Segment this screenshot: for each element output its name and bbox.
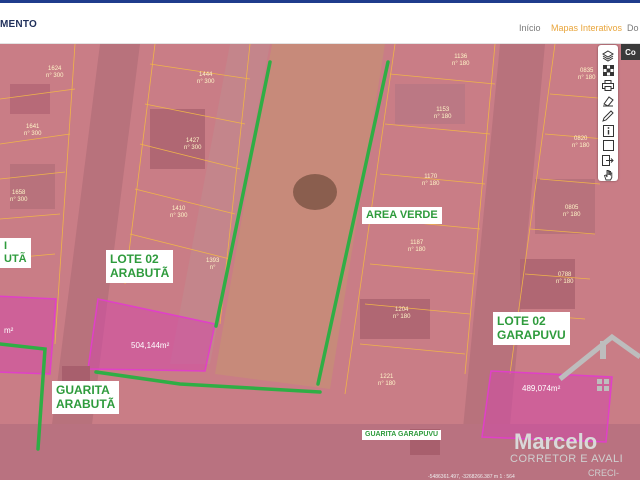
label-guarita-arabuta: GUARITA ARABUTÃ <box>52 381 120 414</box>
nav-partial-item[interactable]: Do <box>627 23 639 33</box>
hand-icon[interactable] <box>598 166 618 183</box>
lot-number: 0805 n° 180 <box>563 205 581 218</box>
lot-number: 1427 n° 300 <box>184 138 202 151</box>
watermark-name: Marcelo <box>514 429 598 454</box>
lot-number: 1641 n° 300 <box>24 124 42 137</box>
tree <box>293 174 337 210</box>
site-header: MENTO Início Mapas Interativos Do <box>0 3 640 44</box>
map-toolbar <box>598 45 618 181</box>
lot-number: 1624 n° 300 <box>46 66 64 79</box>
lot-number: 0788 n° 180 <box>556 272 574 285</box>
label-area-verde: AREA VERDE <box>362 207 442 225</box>
lot-number: 1393 n° <box>206 258 220 271</box>
lot-area-arabuta: 504,144m² <box>131 341 170 350</box>
lot-number: 1187 n° 180 <box>408 240 426 253</box>
brand-logo-text[interactable]: MENTO <box>0 19 37 30</box>
panel-toggle-button[interactable]: Co <box>621 44 640 60</box>
lot-number: 1658 n° 300 <box>10 190 28 203</box>
lot-number: 1136 n° 180 <box>452 54 470 67</box>
highlight-lot-left-partial[interactable] <box>0 295 57 375</box>
watermark-chimney-icon <box>600 341 606 359</box>
building <box>395 84 465 124</box>
map-canvas <box>0 44 640 480</box>
label-lote-02-arabuta: LOTE 02 ARABUTÃ <box>106 250 174 283</box>
coordinate-scale-readout: -5486361.497, -3268266.387 m 1 : 564 <box>428 474 515 480</box>
lot-number: 1170 n° 180 <box>422 174 440 187</box>
lot-number: 0820 n° 180 <box>572 136 590 149</box>
lot-number: 1221 n° 180 <box>378 374 396 387</box>
lot-number: 1410 n° 300 <box>170 206 188 219</box>
lot-area-garapuvu: 489,074m² <box>522 384 561 393</box>
label-lote-02-garapuvu: LOTE 02 GARAPUVU <box>493 312 570 345</box>
lot-number: 0835 n° 180 <box>578 68 596 81</box>
label-lot-left-partial: I UTÃ <box>0 238 31 269</box>
lot-number: 1204 n° 180 <box>393 307 411 320</box>
label-guarita-garapuvu: GUARITA GARAPUVU <box>362 430 442 441</box>
interactive-map[interactable]: 1624 n° 300 1444 n° 300 1641 n° 300 1427… <box>0 44 640 480</box>
lot-number: 1153 n° 180 <box>434 107 452 120</box>
lot-area-left-partial: m² <box>4 326 14 335</box>
lot-number: 1444 n° 300 <box>197 72 215 85</box>
watermark-subtitle: CORRETOR E AVALI <box>510 453 624 465</box>
nav-mapas-interativos[interactable]: Mapas Interativos <box>551 23 622 33</box>
building <box>10 84 50 114</box>
watermark-creci: CRECI- <box>588 468 619 478</box>
nav-inicio[interactable]: Início <box>519 23 541 33</box>
